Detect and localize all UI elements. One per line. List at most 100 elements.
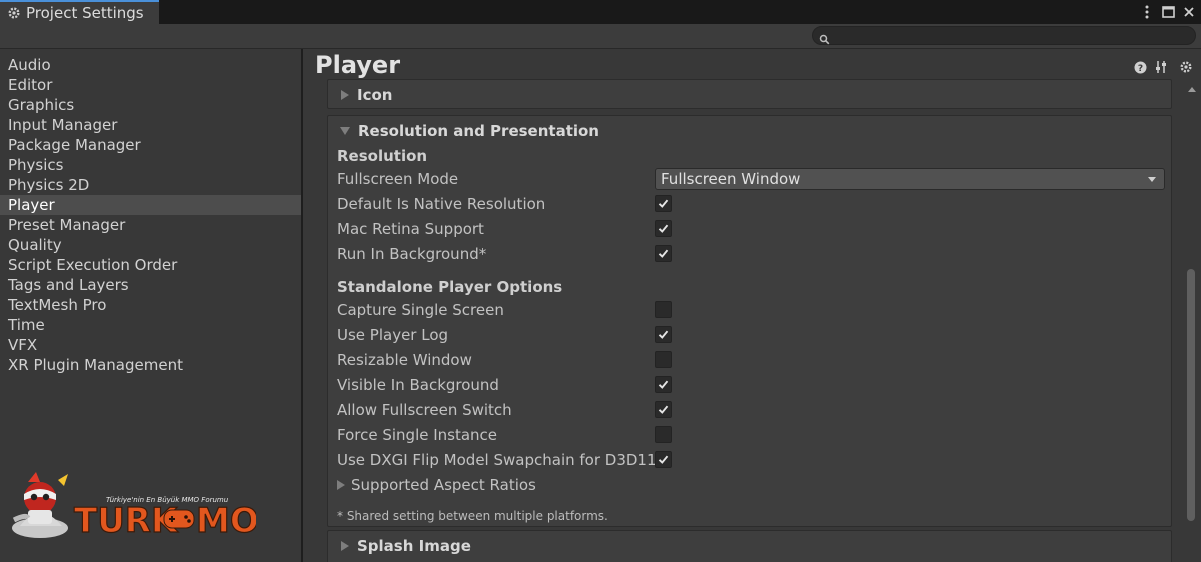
- svg-text:?: ?: [1137, 64, 1142, 74]
- resolution-section-label: Resolution and Presentation: [358, 122, 599, 140]
- fullscreen-mode-label: Fullscreen Mode: [337, 170, 459, 188]
- gear-icon: [7, 6, 21, 20]
- fullscreen-mode-value: Fullscreen Window: [661, 170, 801, 188]
- capture-single-checkbox[interactable]: [655, 301, 672, 318]
- turkmmo-watermark-logo: Türkiye'nin En Büyük MMO Forumu TURK MO: [12, 472, 256, 542]
- fullscreen-mode-row: Fullscreen Mode Fullscreen Window: [337, 168, 1165, 190]
- svg-text:MO: MO: [196, 501, 256, 541]
- splash-section-label: Splash Image: [357, 537, 471, 555]
- tab-title: Project Settings: [26, 4, 144, 22]
- sidebar-item-graphics[interactable]: Graphics: [0, 95, 301, 115]
- sidebar-item-tags-and-layers[interactable]: Tags and Layers: [0, 275, 301, 295]
- capture-single-label: Capture Single Screen: [337, 301, 504, 319]
- player-log-row: Use Player Log: [337, 324, 1157, 346]
- mac-retina-row: Mac Retina Support: [337, 218, 1157, 240]
- title-bar: Project Settings: [0, 0, 1201, 24]
- icon-foldout[interactable]: Icon: [328, 80, 1171, 110]
- sidebar-item-package-manager[interactable]: Package Manager: [0, 135, 301, 155]
- capture-single-row: Capture Single Screen: [337, 299, 1157, 321]
- foldout-collapsed-icon: [341, 90, 349, 100]
- close-icon[interactable]: [1181, 3, 1197, 21]
- visible-bg-label: Visible In Background: [337, 376, 499, 394]
- standalone-header: Standalone Player Options: [337, 278, 563, 296]
- foldout-collapsed-icon: [341, 541, 349, 551]
- project-settings-tab[interactable]: Project Settings: [0, 0, 159, 24]
- aspect-ratios-foldout[interactable]: Supported Aspect Ratios: [337, 474, 536, 496]
- page-title: Player: [315, 51, 401, 79]
- sidebar-item-script-execution-order[interactable]: Script Execution Order: [0, 255, 301, 275]
- resolution-section: Resolution and Presentation Resolution F…: [327, 115, 1172, 527]
- icon-section-label: Icon: [357, 86, 393, 104]
- preset-icon[interactable]: [1154, 59, 1170, 75]
- sidebar-item-time[interactable]: Time: [0, 315, 301, 335]
- checkmark-icon: [658, 199, 669, 208]
- search-input[interactable]: [812, 26, 1196, 45]
- resolution-foldout[interactable]: Resolution and Presentation: [328, 116, 1171, 146]
- scroll-up-arrow-icon[interactable]: [1188, 87, 1196, 92]
- sidebar-item-textmesh-pro[interactable]: TextMesh Pro: [0, 295, 301, 315]
- sidebar-item-editor[interactable]: Editor: [0, 75, 301, 95]
- run-background-row: Run In Background*: [337, 243, 1157, 265]
- sidebar-item-physics[interactable]: Physics: [0, 155, 301, 175]
- player-settings-panel: Player ? Icon Resolution and Presentatio…: [303, 49, 1201, 562]
- allow-fullscreen-checkbox[interactable]: [655, 401, 672, 418]
- sidebar-item-audio[interactable]: Audio: [0, 55, 301, 75]
- run-background-checkbox[interactable]: [655, 245, 672, 262]
- dxgi-row: Use DXGI Flip Model Swapchain for D3D11: [337, 449, 1157, 471]
- splash-foldout[interactable]: Splash Image: [328, 531, 1171, 561]
- force-single-checkbox[interactable]: [655, 426, 672, 443]
- resizable-checkbox[interactable]: [655, 351, 672, 368]
- force-single-label: Force Single Instance: [337, 426, 498, 444]
- resolution-header: Resolution: [337, 147, 428, 165]
- foldout-collapsed-icon: [337, 480, 345, 490]
- sidebar-item-input-manager[interactable]: Input Manager: [0, 115, 301, 135]
- checkmark-icon: [658, 405, 669, 414]
- default-native-row: Default Is Native Resolution: [337, 193, 1157, 215]
- maximize-icon[interactable]: [1160, 3, 1176, 21]
- player-log-checkbox[interactable]: [655, 326, 672, 343]
- dropdown-arrow-icon: [1148, 177, 1156, 182]
- dxgi-checkbox[interactable]: [655, 451, 672, 468]
- force-single-row: Force Single Instance: [337, 424, 1157, 446]
- scrollbar-thumb[interactable]: [1187, 269, 1195, 521]
- aspect-ratios-label: Supported Aspect Ratios: [351, 476, 536, 494]
- visible-bg-checkbox[interactable]: [655, 376, 672, 393]
- visible-bg-row: Visible In Background: [337, 374, 1157, 396]
- sidebar-item-physics-2d[interactable]: Physics 2D: [0, 175, 301, 195]
- shared-setting-note: * Shared setting between multiple platfo…: [337, 509, 608, 523]
- player-log-label: Use Player Log: [337, 326, 449, 344]
- sidebar-item-preset-manager[interactable]: Preset Manager: [0, 215, 301, 235]
- checkmark-icon: [658, 455, 669, 464]
- resizable-row: Resizable Window: [337, 349, 1157, 371]
- default-native-checkbox[interactable]: [655, 195, 672, 212]
- splash-section: Splash Image: [327, 530, 1172, 562]
- checkmark-icon: [658, 380, 669, 389]
- mac-retina-label: Mac Retina Support: [337, 220, 484, 238]
- more-options-icon[interactable]: [1140, 3, 1154, 21]
- resizable-label: Resizable Window: [337, 351, 472, 369]
- allow-fullscreen-row: Allow Fullscreen Switch: [337, 399, 1157, 421]
- toolbar: [0, 24, 1201, 48]
- settings-nav-list: Audio Editor Graphics Input Manager Pack…: [0, 49, 301, 375]
- allow-fullscreen-label: Allow Fullscreen Switch: [337, 401, 512, 419]
- sidebar-item-player[interactable]: Player: [0, 195, 301, 215]
- search-icon: [819, 30, 830, 45]
- mascot-icon: [12, 472, 68, 538]
- settings-gear-icon[interactable]: [1178, 59, 1194, 75]
- sidebar-item-xr-plugin-management[interactable]: XR Plugin Management: [0, 355, 301, 375]
- default-native-label: Default Is Native Resolution: [337, 195, 546, 213]
- help-icon[interactable]: ?: [1132, 59, 1148, 75]
- svg-text:TURK: TURK: [74, 501, 179, 541]
- sidebar-item-vfx[interactable]: VFX: [0, 335, 301, 355]
- mac-retina-checkbox[interactable]: [655, 220, 672, 237]
- checkmark-icon: [658, 249, 669, 258]
- icon-section: Icon: [327, 79, 1172, 109]
- fullscreen-mode-dropdown[interactable]: Fullscreen Window: [655, 168, 1165, 190]
- run-background-label: Run In Background*: [337, 245, 487, 263]
- sidebar-item-quality[interactable]: Quality: [0, 235, 301, 255]
- dxgi-label: Use DXGI Flip Model Swapchain for D3D11: [337, 451, 657, 469]
- foldout-expanded-icon: [340, 127, 350, 135]
- checkmark-icon: [658, 224, 669, 233]
- gamepad-icon: [163, 509, 195, 529]
- checkmark-icon: [658, 330, 669, 339]
